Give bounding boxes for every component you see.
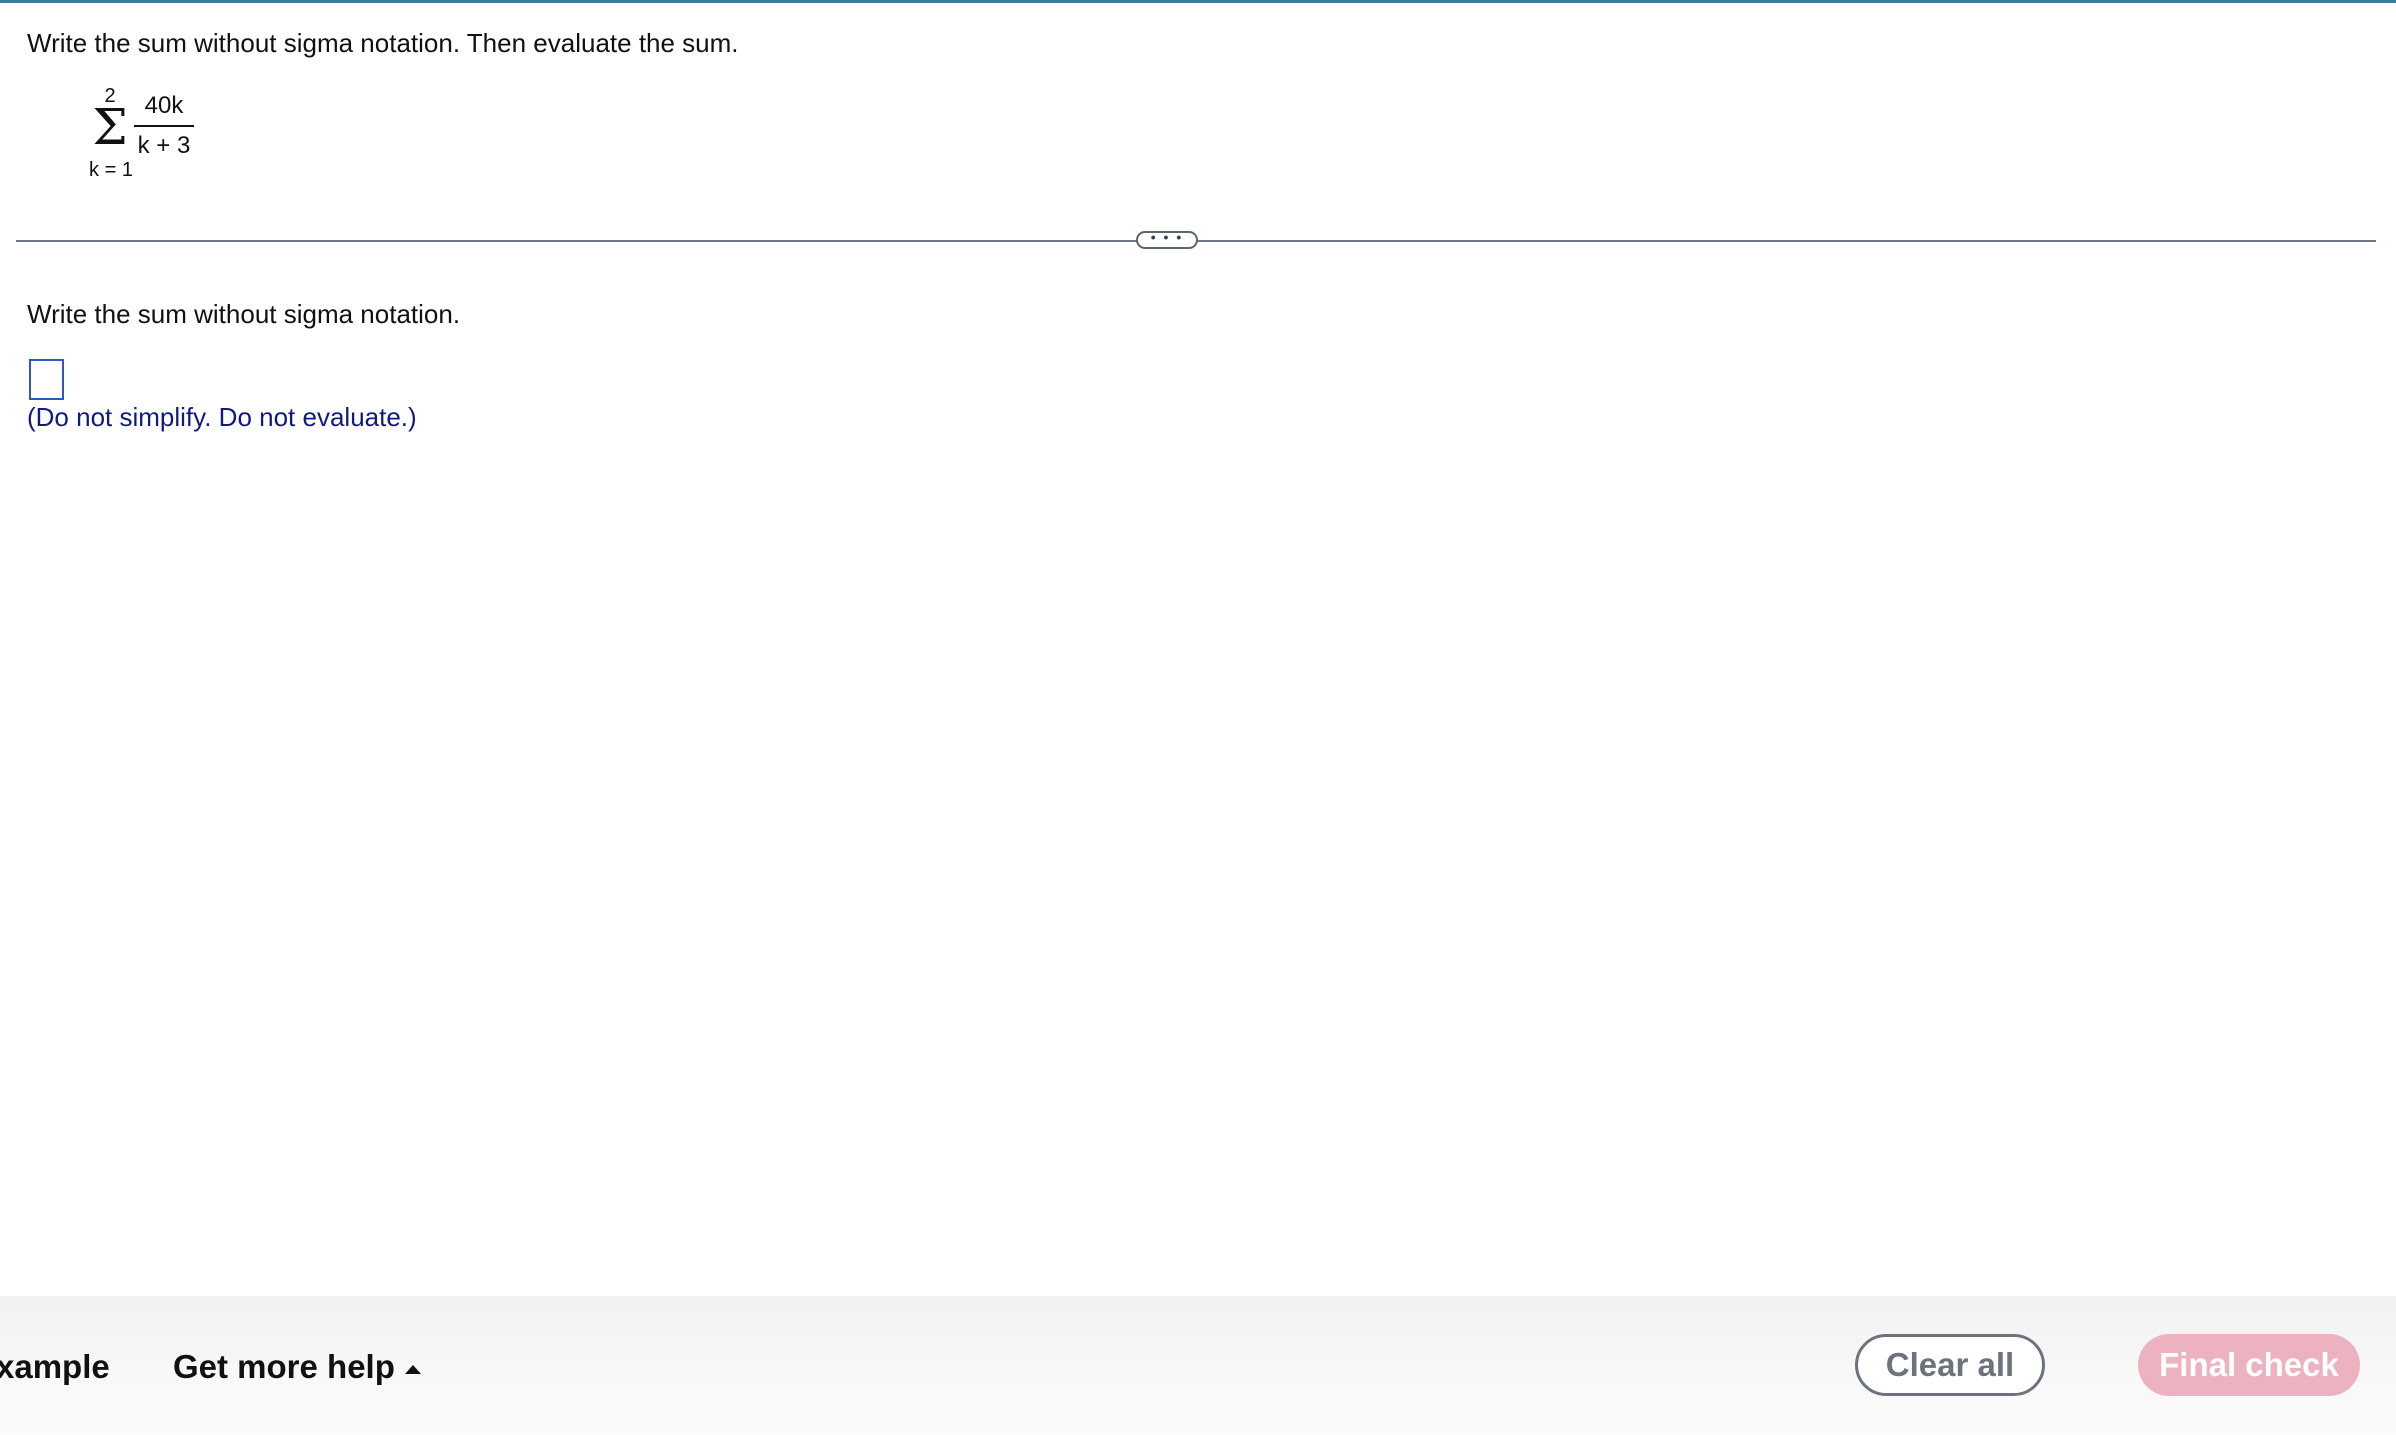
answer-hint: (Do not simplify. Do not evaluate.) bbox=[27, 402, 417, 432]
summand-fraction: 40k k + 3 bbox=[134, 91, 194, 161]
clear-all-button[interactable]: Clear all bbox=[1855, 1334, 2045, 1396]
more-dots-icon: • • • bbox=[1150, 229, 1184, 245]
answer-input[interactable] bbox=[29, 359, 64, 400]
view-example-link[interactable]: xample bbox=[0, 1347, 110, 1387]
sigma-lower-limit: k = 1 bbox=[89, 159, 133, 181]
question-instruction: Write the sum without sigma notation. Th… bbox=[27, 28, 739, 58]
fraction-bar bbox=[134, 125, 194, 127]
bottom-toolbar: xample Get more help Clear all Final che… bbox=[0, 1296, 2396, 1435]
final-check-button[interactable]: Final check bbox=[2138, 1334, 2360, 1396]
sigma-icon: Σ bbox=[92, 98, 128, 156]
caret-up-icon bbox=[404, 1364, 421, 1374]
answer-prompt: Write the sum without sigma notation. bbox=[27, 299, 461, 329]
get-more-help-label: Get more help bbox=[173, 1348, 395, 1385]
question-header: Write the sum without sigma notation. Th… bbox=[0, 3, 2396, 241]
answer-area: Write the sum without sigma notation. (D… bbox=[0, 260, 2396, 460]
fraction-denominator: k + 3 bbox=[137, 132, 191, 159]
expand-question-button[interactable]: • • • bbox=[1136, 229, 1198, 249]
get-more-help-button[interactable]: Get more help bbox=[173, 1347, 421, 1387]
sigma-expression: 2 Σ k = 1 40k k + 3 bbox=[78, 81, 198, 187]
fraction-numerator: 40k bbox=[144, 92, 184, 119]
